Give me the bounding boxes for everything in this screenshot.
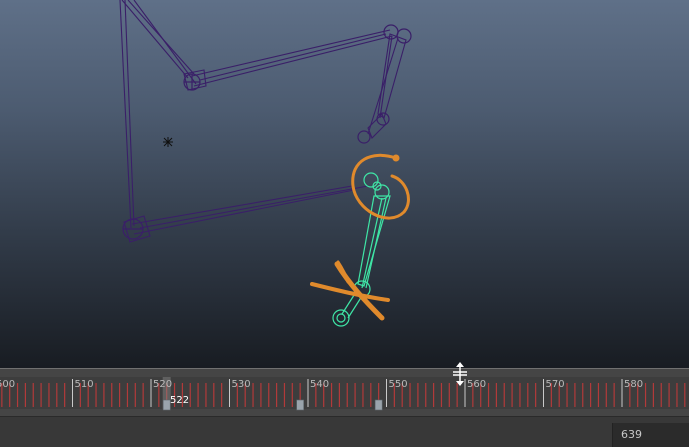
time-ruler[interactable] — [0, 369, 689, 417]
3d-viewport[interactable] — [0, 0, 689, 368]
time-slider[interactable]: 500510520530540550560570580 522 — [0, 368, 689, 417]
scene-svg[interactable] — [0, 0, 689, 368]
frame-label: 580 — [624, 379, 644, 390]
frame-label: 550 — [388, 379, 408, 390]
annotation-strokes[interactable] — [310, 153, 410, 321]
playback-end-field[interactable]: 639 — [612, 423, 689, 447]
playback-end-value: 639 — [621, 428, 642, 441]
move-vertical-cursor-icon — [450, 362, 470, 386]
rig-lower-chain[interactable] — [123, 185, 369, 243]
keyframe-marker[interactable] — [296, 399, 304, 411]
selected-joint-chain[interactable] — [332, 172, 391, 327]
frame-label: 570 — [545, 379, 565, 390]
frame-label: 540 — [310, 379, 330, 390]
frame-label: 510 — [74, 379, 94, 390]
joint-hand-upper — [357, 130, 371, 144]
frame-label: 500 — [0, 379, 16, 390]
range-slider-bar: 639 — [0, 416, 689, 447]
joint-wrist-upper — [376, 112, 390, 126]
pivot-asterisk-icon — [163, 137, 173, 147]
frame-label: 520 — [153, 379, 173, 390]
rig-upper-chain[interactable] — [119, 0, 407, 229]
frame-label: 530 — [231, 379, 251, 390]
current-frame-label: 522 — [170, 395, 190, 406]
keyframe-marker[interactable] — [374, 399, 383, 411]
joint-shoulder-right — [396, 28, 412, 44]
joint-shoulder-left — [383, 24, 399, 40]
